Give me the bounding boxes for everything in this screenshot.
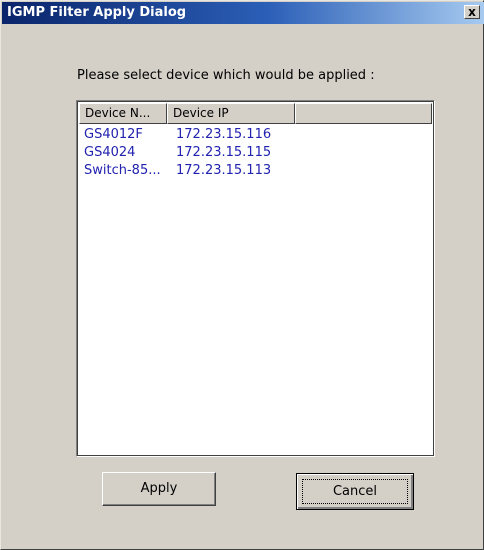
apply-button[interactable]: Apply: [102, 472, 216, 506]
device-row[interactable]: GS4024 172.23.15.115: [79, 144, 432, 162]
device-ip: 172.23.15.113: [176, 163, 272, 178]
device-list[interactable]: Device N... Device IP GS4012F 172.23.15.…: [76, 100, 435, 457]
device-ip: 172.23.15.115: [176, 145, 272, 160]
device-row[interactable]: GS4012F 172.23.15.116: [79, 126, 432, 144]
column-header-device-ip[interactable]: Device IP: [167, 103, 295, 124]
device-ip: 172.23.15.116: [176, 127, 272, 142]
igmp-filter-apply-dialog: IGMP Filter Apply Dialog x Please select…: [0, 0, 484, 550]
window-title: IGMP Filter Apply Dialog: [7, 5, 187, 20]
device-rows: GS4012F 172.23.15.116 GS4024 172.23.15.1…: [79, 126, 432, 180]
column-header-empty[interactable]: [295, 103, 432, 124]
select-device-prompt: Please select device which would be appl…: [77, 68, 375, 83]
device-row[interactable]: Switch-85... 172.23.15.113: [79, 162, 432, 180]
device-name: GS4012F: [84, 127, 143, 142]
device-name: Switch-85...: [84, 163, 161, 178]
close-icon: x: [468, 5, 476, 19]
device-list-header: Device N... Device IP: [79, 103, 432, 124]
device-name: GS4024: [84, 145, 136, 160]
column-header-device-name[interactable]: Device N...: [79, 103, 167, 124]
cancel-button-label: Cancel: [332, 484, 378, 499]
cancel-button[interactable]: Cancel: [296, 473, 414, 510]
title-bar: IGMP Filter Apply Dialog x: [2, 2, 484, 24]
close-button[interactable]: x: [464, 5, 480, 19]
